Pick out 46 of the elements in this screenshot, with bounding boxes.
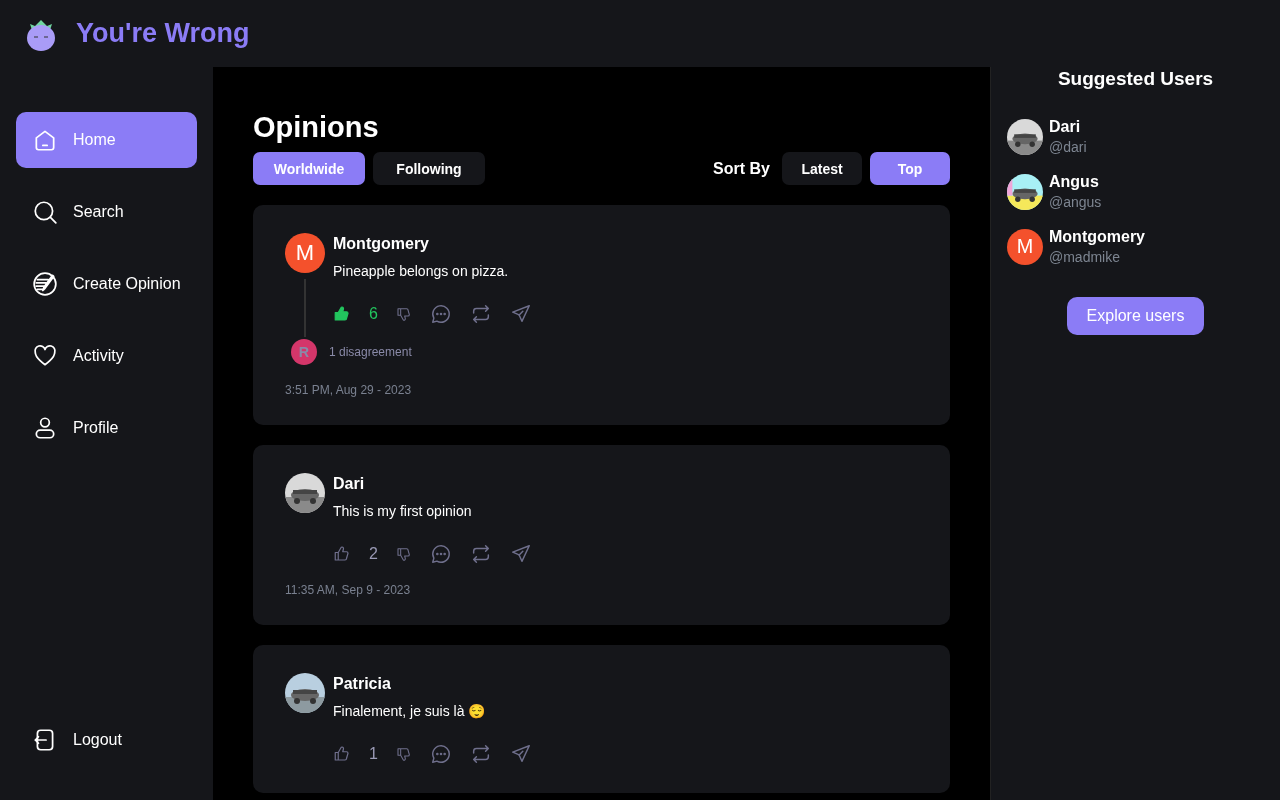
author-name: Dari — [333, 475, 366, 493]
like-count: 2 — [369, 545, 378, 563]
nav-item[interactable]: Activity — [16, 328, 197, 384]
thumbs-down-icon[interactable] — [395, 746, 412, 762]
post-text: Pineapple belongs on pizza. — [333, 263, 510, 279]
search-icon — [32, 199, 58, 225]
filter-tab[interactable]: Following — [373, 152, 485, 185]
post-time: 3:51 PM, Aug 29 - 2023 — [285, 383, 413, 397]
app-title: You're Wrong — [76, 18, 250, 49]
send-icon[interactable] — [509, 543, 532, 565]
edit-icon — [32, 271, 58, 297]
author-name: Montgomery — [333, 235, 430, 253]
like-count: 6 — [369, 305, 378, 323]
author-name: Patricia — [333, 675, 392, 693]
thumbs-up-icon[interactable] — [333, 305, 351, 323]
post-text: Finalement, je suis là 😌 — [333, 703, 487, 719]
disagreement-count[interactable]: 1 disagreement — [329, 345, 412, 359]
avatar: R — [291, 339, 317, 365]
comment-icon[interactable] — [429, 543, 452, 565]
page-title: Opinions — [253, 111, 380, 144]
section-title: Suggested Users — [1056, 68, 1215, 90]
post-text: This is my first opinion — [333, 503, 473, 519]
send-icon[interactable] — [509, 303, 532, 325]
thumbs-down-icon[interactable] — [395, 546, 412, 562]
user-name: Montgomery — [1049, 228, 1145, 246]
nav-item[interactable]: Profile — [16, 400, 197, 456]
user-handle: @angus — [1049, 194, 1102, 210]
user-handle: @dari — [1049, 139, 1087, 155]
user-name: Angus — [1049, 173, 1100, 191]
thumbs-up-icon[interactable] — [333, 745, 351, 763]
comment-icon[interactable] — [429, 743, 452, 765]
user-name: Dari — [1049, 118, 1082, 136]
nav-item[interactable]: Create Opinion — [16, 256, 197, 312]
post-time: 11:35 AM, Sep 9 - 2023 — [285, 583, 412, 597]
send-icon[interactable] — [509, 743, 532, 765]
thumbs-down-icon[interactable] — [395, 306, 412, 322]
sort-label: Sort By — [713, 159, 770, 178]
avatar: M — [1007, 228, 1043, 265]
comment-icon[interactable] — [429, 303, 452, 325]
avatar: M — [285, 233, 325, 273]
sort-tab[interactable]: Latest — [782, 152, 862, 185]
logout-link[interactable]: Logout — [16, 712, 197, 768]
thumbs-up-icon[interactable] — [333, 545, 351, 563]
user-handle: @madmike — [1049, 249, 1121, 265]
nav-item[interactable]: Search — [16, 184, 197, 240]
like-count: 1 — [369, 745, 378, 763]
